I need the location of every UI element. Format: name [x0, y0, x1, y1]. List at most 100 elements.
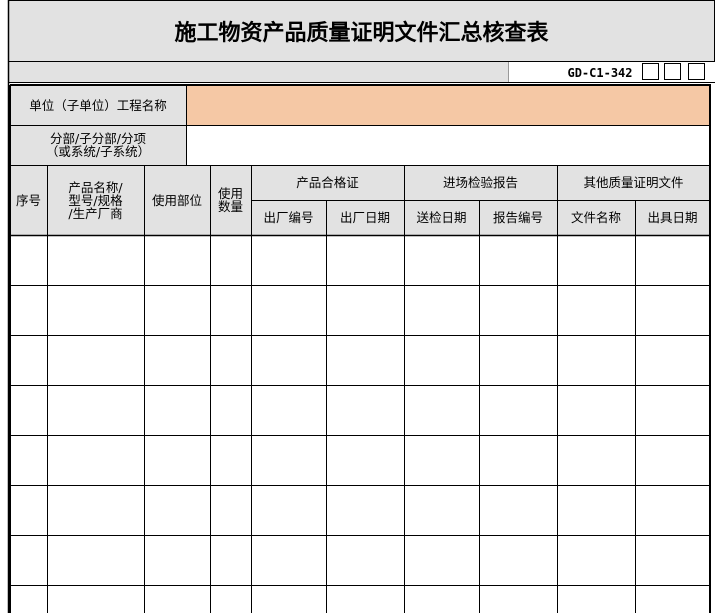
cell-doc-name[interactable] — [557, 435, 635, 485]
cell-seq[interactable] — [10, 485, 47, 535]
subdivision-field[interactable] — [186, 125, 710, 165]
cell-cert-date[interactable] — [326, 485, 404, 535]
cell-inspect-date[interactable] — [404, 485, 479, 535]
cell-product[interactable] — [47, 235, 144, 285]
cell-inspect-date[interactable] — [404, 585, 479, 613]
cell-location[interactable] — [144, 335, 210, 385]
cell-doc-date[interactable] — [635, 535, 710, 585]
cell-inspect-no[interactable] — [479, 385, 557, 435]
subdivision-label-line2: （或系统/子系统） — [45, 144, 151, 159]
cell-doc-date[interactable] — [635, 285, 710, 335]
header-doc-name: 文件名称 — [570, 210, 621, 225]
cell-inspect-no[interactable] — [479, 285, 557, 335]
cell-doc-name[interactable] — [557, 385, 635, 435]
code-band-left — [8, 62, 508, 82]
cell-seq[interactable] — [10, 385, 47, 435]
cell-location[interactable] — [144, 435, 210, 485]
cell-product[interactable] — [47, 285, 144, 335]
header-inspect-group: 进场检验报告 — [442, 175, 518, 190]
header-location: 使用部位 — [151, 192, 202, 208]
cell-doc-name[interactable] — [557, 485, 635, 535]
cell-quantity[interactable] — [210, 335, 251, 385]
cell-seq[interactable] — [10, 585, 47, 613]
cell-quantity[interactable] — [210, 585, 251, 613]
cell-seq[interactable] — [10, 535, 47, 585]
check-box-3[interactable] — [688, 63, 705, 80]
cell-cert-no[interactable] — [251, 335, 326, 385]
cell-inspect-date[interactable] — [404, 385, 479, 435]
cell-quantity[interactable] — [210, 535, 251, 585]
cell-inspect-no[interactable] — [479, 485, 557, 535]
cell-product[interactable] — [47, 485, 144, 535]
cell-location[interactable] — [144, 535, 210, 585]
header-quantity-line2: 数量 — [217, 199, 243, 214]
cell-doc-date[interactable] — [635, 485, 710, 535]
cell-cert-date[interactable] — [326, 535, 404, 585]
cell-cert-no[interactable] — [251, 385, 326, 435]
cell-doc-date[interactable] — [635, 235, 710, 285]
header-inspect-date: 送检日期 — [416, 210, 467, 225]
cell-cert-date[interactable] — [326, 335, 404, 385]
cell-seq[interactable] — [10, 285, 47, 335]
cell-quantity[interactable] — [210, 435, 251, 485]
cell-location[interactable] — [144, 485, 210, 535]
cell-cert-no[interactable] — [251, 485, 326, 535]
cell-quantity[interactable] — [210, 235, 251, 285]
check-box-1[interactable] — [642, 63, 659, 80]
cell-inspect-no[interactable] — [479, 435, 557, 485]
header-inspect-no: 报告编号 — [492, 210, 543, 225]
cell-seq[interactable] — [10, 435, 47, 485]
cell-cert-no[interactable] — [251, 435, 326, 485]
cell-inspect-no[interactable] — [479, 585, 557, 613]
form-code: GD-C1-342 — [567, 65, 633, 80]
cell-cert-date[interactable] — [326, 585, 404, 613]
cell-inspect-date[interactable] — [404, 435, 479, 485]
cell-product[interactable] — [47, 435, 144, 485]
cell-cert-no[interactable] — [251, 285, 326, 335]
header-cert-date: 出厂日期 — [339, 210, 390, 225]
cell-doc-date[interactable] — [635, 585, 710, 613]
cell-cert-no[interactable] — [251, 585, 326, 613]
cell-cert-date[interactable] — [326, 235, 404, 285]
cell-seq[interactable] — [10, 235, 47, 285]
cell-quantity[interactable] — [210, 285, 251, 335]
cell-doc-name[interactable] — [557, 535, 635, 585]
cell-location[interactable] — [144, 285, 210, 335]
cell-inspect-date[interactable] — [404, 535, 479, 585]
cell-inspect-date[interactable] — [404, 235, 479, 285]
cell-doc-name[interactable] — [557, 585, 635, 613]
header-other-group: 其他质量证明文件 — [583, 175, 684, 190]
cell-inspect-date[interactable] — [404, 285, 479, 335]
cell-doc-name[interactable] — [557, 335, 635, 385]
cell-seq[interactable] — [10, 335, 47, 385]
cell-doc-date[interactable] — [635, 385, 710, 435]
project-name-field[interactable] — [186, 85, 710, 125]
cell-cert-date[interactable] — [326, 285, 404, 335]
cell-inspect-no[interactable] — [479, 535, 557, 585]
cell-inspect-date[interactable] — [404, 335, 479, 385]
cell-cert-date[interactable] — [326, 385, 404, 435]
header-product-line1: 产品名称/ — [68, 179, 123, 195]
check-box-2[interactable] — [664, 63, 681, 80]
cell-cert-no[interactable] — [251, 235, 326, 285]
header-product-line2: 型号/规格 — [68, 192, 123, 208]
cell-inspect-no[interactable] — [479, 235, 557, 285]
cell-doc-name[interactable] — [557, 285, 635, 335]
cell-doc-date[interactable] — [635, 435, 710, 485]
form-title: 施工物资产品质量证明文件汇总核查表 — [174, 21, 549, 46]
header-cert-group: 产品合格证 — [296, 175, 359, 190]
cell-product[interactable] — [47, 385, 144, 435]
cell-product[interactable] — [47, 335, 144, 385]
cell-location[interactable] — [144, 235, 210, 285]
cell-cert-no[interactable] — [251, 535, 326, 585]
cell-cert-date[interactable] — [326, 435, 404, 485]
cell-quantity[interactable] — [210, 485, 251, 535]
cell-doc-date[interactable] — [635, 335, 710, 385]
cell-inspect-no[interactable] — [479, 335, 557, 385]
cell-location[interactable] — [144, 385, 210, 435]
cell-location[interactable] — [144, 585, 210, 613]
cell-quantity[interactable] — [210, 385, 251, 435]
cell-product[interactable] — [47, 535, 144, 585]
cell-product[interactable] — [47, 585, 144, 613]
cell-doc-name[interactable] — [557, 235, 635, 285]
